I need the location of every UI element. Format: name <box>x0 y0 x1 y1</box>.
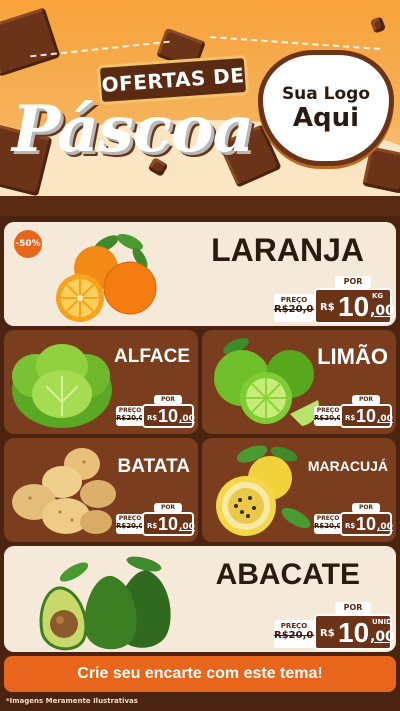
product-card-alface[interactable]: ALFACE PREÇO R$20,00 POR R$ 10 ,00 <box>4 330 198 434</box>
price-unit: KG <box>372 292 384 300</box>
old-price-value: R$20,00 <box>274 630 321 641</box>
product-card-abacate[interactable]: ABACATE PREÇO R$20,00 POR R$ 10 ,00 UNID <box>4 546 396 652</box>
old-price-label: PREÇO <box>316 407 340 414</box>
chocolate-piece-icon <box>369 16 387 34</box>
product-name: LIMÃO <box>317 344 388 369</box>
old-price-box: PREÇO R$20,00 <box>314 406 347 426</box>
chocolate-strip <box>0 196 400 216</box>
price-cents: ,00 <box>370 629 395 645</box>
old-price-label: PREÇO <box>118 407 142 414</box>
header-banner: OFERTAS DE Páscoa Sua Logo Aqui <box>0 0 400 216</box>
product-card-maracuja[interactable]: MARACUJÁ PREÇO R$20,00 POR R$ 10 ,00 <box>202 438 396 542</box>
price-tag: PREÇO R$20,00 POR R$ 10 ,00 KG <box>274 272 395 324</box>
product-name: MARACUJÁ <box>307 458 388 474</box>
new-price-box: POR R$ 10 ,00 KG <box>314 276 395 324</box>
price-cents: ,00 <box>179 522 195 532</box>
product-card-limao[interactable]: LIMÃO PREÇO R$20,00 POR R$ 10 ,00 <box>202 330 396 434</box>
passion-fruit-icon <box>216 445 311 536</box>
price-main: 10 <box>158 406 179 426</box>
product-card-batata[interactable]: BATATA PREÇO R$20,00 POR R$ 10 ,00 <box>4 438 198 542</box>
lettuce-icon <box>12 344 112 428</box>
title-script-text: Páscoa <box>12 92 254 167</box>
old-price-label: PREÇO <box>118 515 142 522</box>
price-tag: PREÇO R$20,00 POR R$ 10 ,00 <box>116 390 195 428</box>
potato-icon <box>12 448 116 534</box>
price-cents: ,00 <box>179 414 195 424</box>
logo-line1: Sua Logo <box>281 83 371 104</box>
product-name: LARANJA <box>211 232 364 268</box>
currency: R$ <box>320 628 335 639</box>
old-price-value: R$20,00 <box>314 414 347 422</box>
disclaimer-text: *Imagens Meramente Ilustrativas <box>6 697 138 705</box>
logo-placeholder[interactable]: Sua Logo Aqui <box>258 50 394 166</box>
por-label: POR <box>352 503 380 513</box>
old-price-box: PREÇO R$20,00 <box>116 514 149 534</box>
easter-title: OFERTAS DE Páscoa <box>6 52 266 172</box>
old-price-label: PREÇO <box>280 296 308 304</box>
currency: R$ <box>147 522 158 530</box>
old-price-value: R$20,00 <box>116 522 149 530</box>
new-price-box: POR R$ 10 ,00 <box>142 503 195 536</box>
old-price-label: PREÇO <box>316 515 340 522</box>
old-price-value: R$20,00 <box>314 522 347 530</box>
price-main: 10 <box>338 291 370 322</box>
new-price-box: POR R$ 10 ,00 <box>340 503 393 536</box>
cta-button[interactable]: Crie seu encarte com este tema! <box>4 656 396 692</box>
old-price-box: PREÇO R$20,00 <box>116 406 149 426</box>
dashed-path <box>210 36 380 50</box>
price-tag: PREÇO R$20,00 POR R$ 10 ,00 UNID <box>274 598 395 650</box>
new-price-box: POR R$ 10 ,00 <box>340 395 393 428</box>
old-price-value: R$20,00 <box>274 304 321 315</box>
price-main: 10 <box>158 514 179 534</box>
price-main: 10 <box>356 406 377 426</box>
por-label: POR <box>335 602 371 614</box>
price-cents: ,00 <box>370 303 395 319</box>
currency: R$ <box>320 302 335 313</box>
por-label: POR <box>335 276 371 288</box>
logo-line2: Aqui <box>292 102 360 133</box>
product-name: ABACATE <box>215 558 360 591</box>
price-cents: ,00 <box>377 414 393 424</box>
lime-icon <box>214 337 319 426</box>
currency: R$ <box>147 414 158 422</box>
product-name: ALFACE <box>114 346 190 367</box>
old-price-box: PREÇO R$20,00 <box>274 294 321 322</box>
currency: R$ <box>345 414 356 422</box>
avocado-icon <box>39 556 171 651</box>
por-label: POR <box>154 503 182 513</box>
new-price-box: POR R$ 10 ,00 UNID <box>314 602 395 650</box>
old-price-value: R$20,00 <box>116 414 149 422</box>
new-price-box: POR R$ 10 ,00 <box>142 395 195 428</box>
price-main: 10 <box>356 514 377 534</box>
price-tag: PREÇO R$20,00 POR R$ 10 ,00 <box>314 498 393 536</box>
old-price-box: PREÇO R$20,00 <box>314 514 347 534</box>
price-tag: PREÇO R$20,00 POR R$ 10 ,00 <box>314 390 393 428</box>
por-label: POR <box>154 395 182 405</box>
product-card-laranja[interactable]: -50% LARANJA PREÇO R$20,00 POR R$ 10 ,00… <box>4 222 396 326</box>
currency: R$ <box>345 522 356 530</box>
orange-icon <box>56 233 157 322</box>
price-tag: PREÇO R$20,00 POR R$ 10 ,00 <box>116 498 195 536</box>
product-name: BATATA <box>117 456 190 477</box>
price-cents: ,00 <box>377 522 393 532</box>
price-main: 10 <box>338 617 370 648</box>
old-price-label: PREÇO <box>280 622 308 630</box>
por-label: POR <box>352 395 380 405</box>
discount-badge: -50% <box>14 230 42 258</box>
old-price-box: PREÇO R$20,00 <box>274 620 321 648</box>
price-unit: UNID <box>372 618 392 626</box>
